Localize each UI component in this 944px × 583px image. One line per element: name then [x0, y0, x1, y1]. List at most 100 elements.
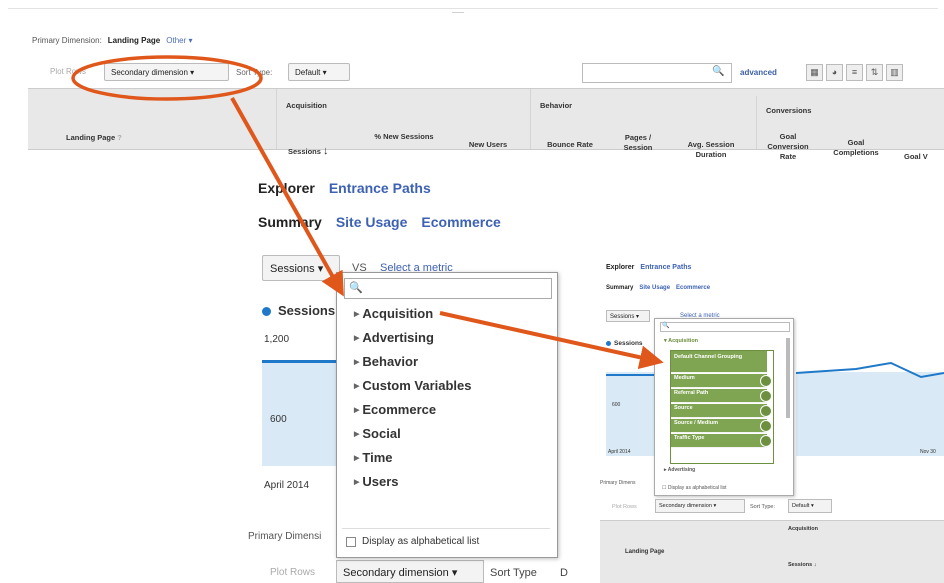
option-medium[interactable]: Medium [671, 374, 767, 388]
advanced-filter-link[interactable]: advanced [740, 68, 777, 77]
search-icon[interactable]: 🔍 [712, 66, 724, 77]
alphabetical-checkbox[interactable] [346, 537, 356, 547]
chevron-down-icon: ▾ [451, 567, 458, 579]
option-source-medium[interactable]: Source / Medium [671, 419, 767, 433]
triangle-right-icon: ▶ [354, 479, 360, 486]
secondary-dimension-select[interactable]: Secondary dimension ▾ [336, 560, 484, 583]
subtab-summary[interactable]: Summary [258, 214, 322, 230]
info-icon [760, 405, 772, 417]
alphabetical-option[interactable]: ☐ Display as alphabetical list [662, 485, 727, 491]
primary-dimension-row: Primary Dimension: Landing Page Other ▾ [32, 36, 193, 45]
table-search-input[interactable] [582, 63, 732, 83]
scrollbar[interactable] [786, 338, 790, 418]
report-table-panel: —— Primary Dimension: Landing Page Other… [0, 0, 944, 170]
secondary-dimension-label: Secondary dimension [659, 503, 712, 509]
divider [756, 96, 757, 149]
chart-line [262, 360, 342, 363]
option-source[interactable]: Source [671, 404, 767, 418]
subtab-ecommerce[interactable]: Ecommerce [421, 214, 500, 230]
pie-view-icon[interactable]: ◕ [826, 64, 843, 81]
plot-rows-button[interactable]: Plot Rows [270, 567, 315, 578]
column-avg-session-duration[interactable]: Avg. Session Duration [676, 140, 746, 160]
subtab-site-usage[interactable]: Site Usage [639, 285, 670, 291]
chevron-down-icon: ▾ [317, 263, 324, 275]
item-label: Custom Variables [362, 378, 472, 393]
column-goal-value[interactable]: Goal V [904, 152, 944, 162]
column-landing-page[interactable]: Landing Page ? [66, 133, 122, 143]
option-referral-path[interactable]: Referral Path [671, 389, 767, 403]
sort-type-select[interactable]: Default ▾ [288, 63, 350, 81]
column-landing-page[interactable]: Landing Page [625, 549, 664, 555]
sort-type-select-cut[interactable]: D [560, 567, 568, 579]
option-traffic-type[interactable]: Traffic Type [671, 434, 767, 448]
column-bounce-rate[interactable]: Bounce Rate [540, 140, 600, 150]
chart-area [606, 372, 656, 456]
column-sessions[interactable]: Sessions ↓ [288, 146, 329, 157]
item-label: Behavior [362, 354, 419, 369]
table-view-icon[interactable]: ▦ [806, 64, 823, 81]
comparison-view-icon[interactable]: ⇅ [866, 64, 883, 81]
tab-explorer[interactable]: Explorer [258, 180, 315, 196]
legend-dot-icon [606, 341, 611, 346]
triangle-right-icon: ▶ [354, 407, 360, 414]
subtab-site-usage[interactable]: Site Usage [336, 214, 408, 230]
divider [530, 89, 531, 149]
option-default-channel-grouping[interactable]: Default Channel Grouping [671, 351, 767, 373]
plot-rows-button[interactable]: Plot Rows [612, 504, 637, 510]
column-pages-session[interactable]: Pages / Session [618, 133, 658, 153]
sessions-header: Sessions [288, 147, 321, 156]
dimension-search-input[interactable] [660, 322, 790, 332]
tab-entrance-paths[interactable]: Entrance Paths [640, 264, 691, 271]
dropdown-item-advertising[interactable]: ▸ Advertising [664, 467, 695, 473]
triangle-right-icon: ▶ [354, 311, 360, 318]
other-dimension-link[interactable]: Other ▾ [166, 36, 192, 45]
divider [8, 8, 938, 9]
info-icon [760, 375, 772, 387]
dropdown-item-time[interactable]: ▶ Time [354, 450, 393, 465]
primary-dimension-label: Primary Dimensi [248, 531, 322, 542]
item-label: Advertising [667, 467, 696, 473]
plot-rows-button[interactable]: Plot Rows [50, 67, 86, 76]
info-icon [760, 390, 772, 402]
column-goal-conversion-rate[interactable]: Goal Conversion Rate [760, 132, 816, 162]
column-pct-new-sessions[interactable]: % New Sessions [374, 132, 434, 142]
chevron-down-icon: ▾ [322, 68, 327, 77]
dropdown-item-advertising[interactable]: ▶ Advertising [354, 330, 434, 345]
metric-select-value: Sessions [270, 263, 315, 275]
bar-view-icon[interactable]: ≡ [846, 64, 863, 81]
dropdown-item-custom-variables[interactable]: ▶ Custom Variables [354, 378, 472, 393]
dropdown-item-social[interactable]: ▶ Social [354, 426, 401, 441]
dimension-search-input[interactable] [344, 278, 552, 299]
chart-legend: Sessions [614, 340, 643, 347]
subtab-summary[interactable]: Summary [606, 285, 633, 291]
dropdown-item-ecommerce[interactable]: ▶ Ecommerce [354, 402, 436, 417]
tab-entrance-paths[interactable]: Entrance Paths [329, 180, 431, 196]
triangle-right-icon: ▶ [354, 455, 360, 462]
item-label: Users [362, 474, 399, 489]
tab-explorer[interactable]: Explorer [606, 264, 634, 271]
metric-select[interactable]: Sessions ▾ [606, 310, 650, 322]
primary-dimension-label: Primary Dimens [600, 480, 636, 486]
chart-legend: Sessions [278, 303, 336, 318]
item-label: Time [362, 450, 393, 465]
explorer-tabs: Explorer Entrance Paths [258, 180, 431, 196]
info-icon [760, 435, 772, 447]
primary-dimension-value[interactable]: Landing Page [108, 36, 160, 45]
column-goal-completions[interactable]: Goal Completions [826, 138, 886, 158]
legend-dot-icon [262, 307, 271, 316]
secondary-dimension-select[interactable]: Secondary dimension ▾ [655, 499, 745, 513]
x-axis-start: April 2014 [608, 449, 631, 455]
dropdown-item-acquisition[interactable]: ▶ Acquisition [354, 306, 433, 321]
dropdown-item-acquisition[interactable]: ▾ Acquisition [664, 338, 698, 344]
dropdown-item-users[interactable]: ▶ Users [354, 474, 399, 489]
subtab-ecommerce[interactable]: Ecommerce [676, 285, 710, 291]
column-new-users[interactable]: New Users [458, 140, 518, 150]
item-label: Social [362, 426, 401, 441]
secondary-dimension-select[interactable]: Secondary dimension ▾ [104, 63, 229, 81]
pivot-view-icon[interactable]: ▥ [886, 64, 903, 81]
dropdown-item-behavior[interactable]: ▶ Behavior [354, 354, 418, 369]
column-sessions[interactable]: Sessions ↓ [788, 562, 816, 568]
metric-select[interactable]: Sessions ▾ [262, 255, 340, 281]
sort-type-select[interactable]: Default ▾ [788, 499, 832, 513]
mini-tabs: Explorer Entrance Paths [606, 264, 691, 271]
